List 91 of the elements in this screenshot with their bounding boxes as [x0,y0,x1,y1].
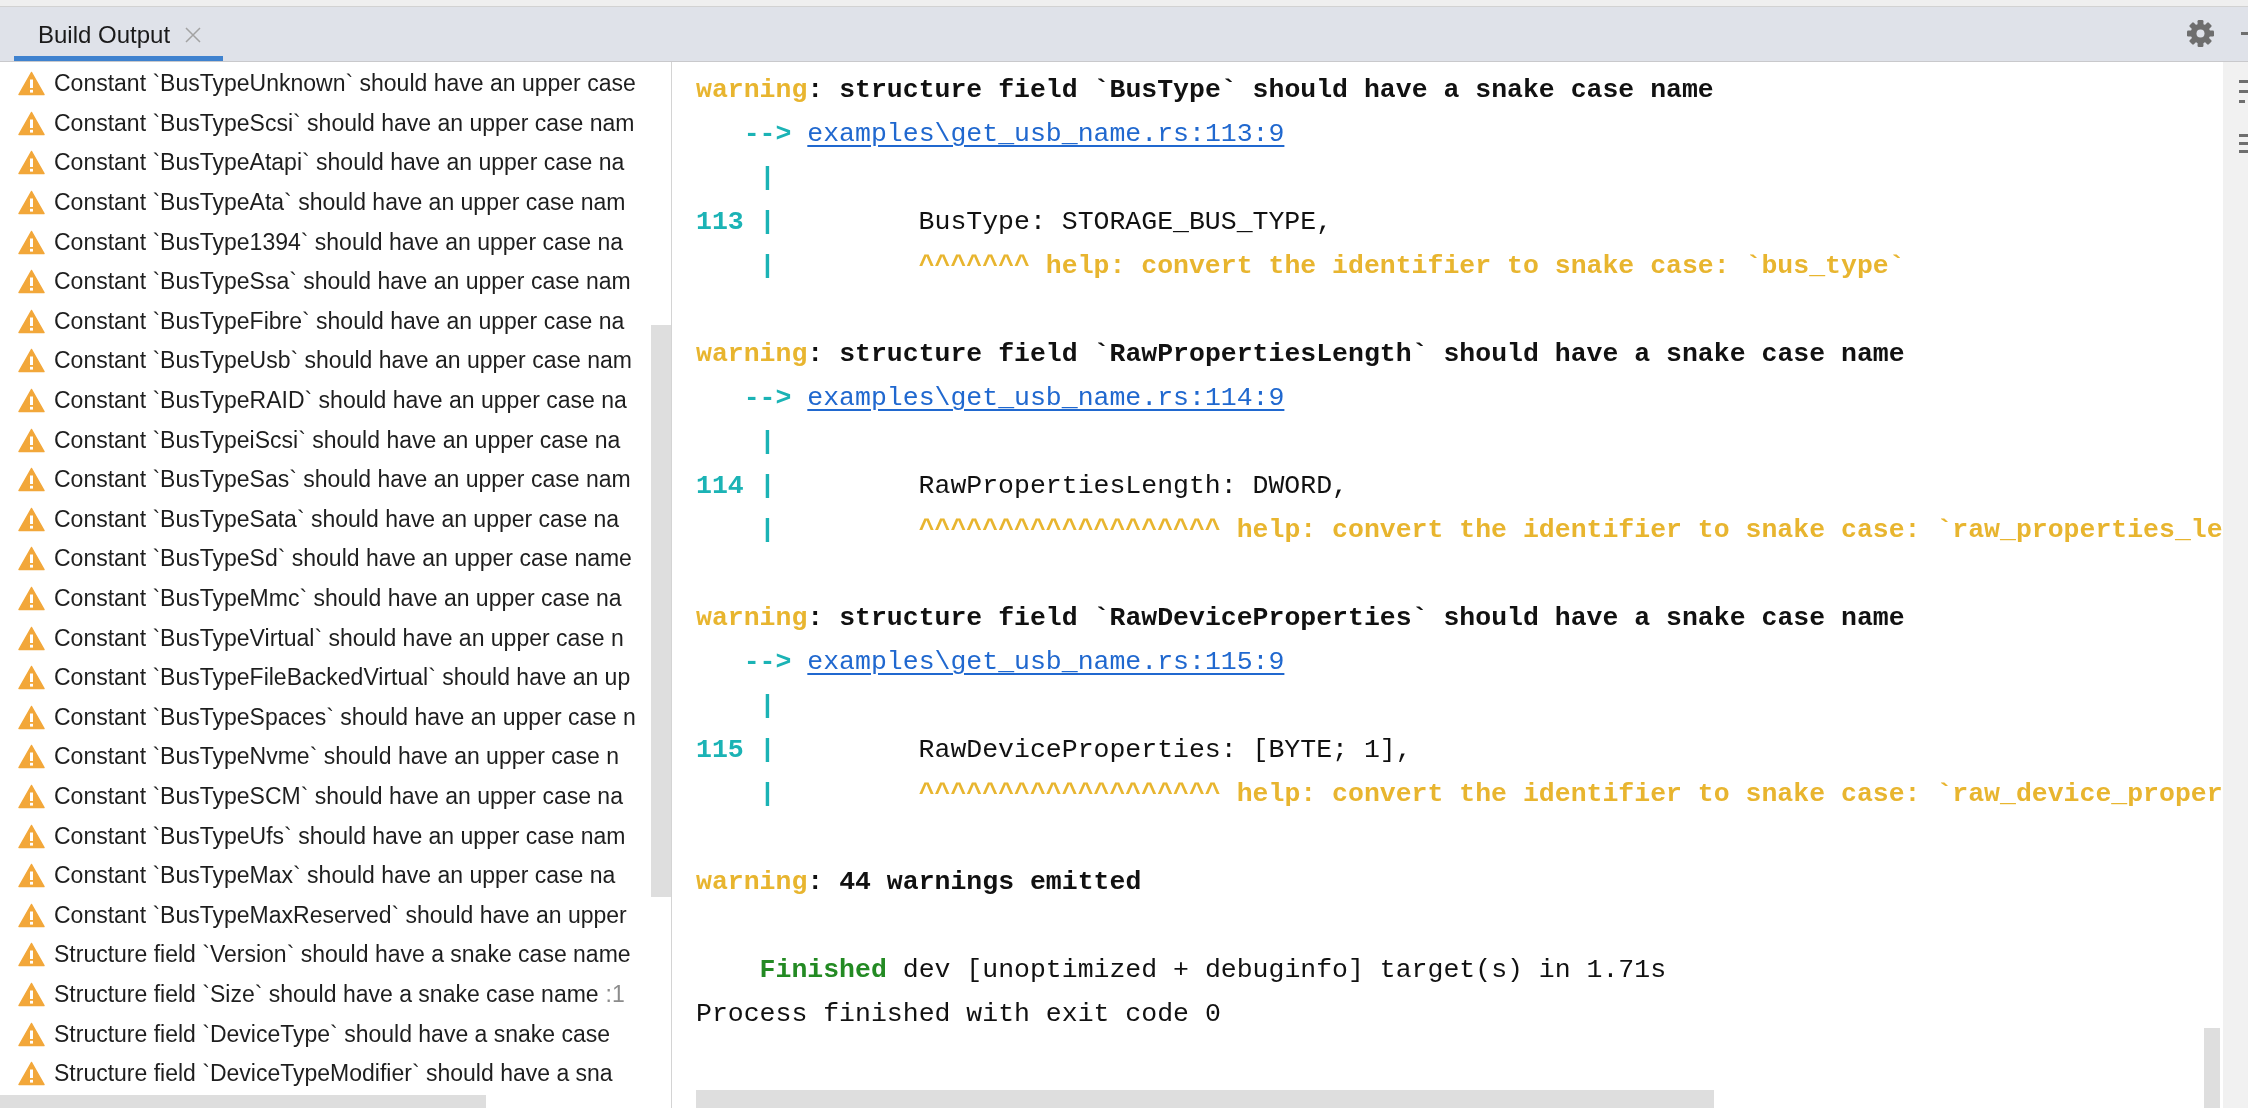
help-text: ^^^^^^^ help: convert the identifier to snake case: `bus_type` [918,250,1905,284]
gutter-text: | [759,426,776,460]
warning-message: warning: structure field `BusType` should have a snake case name [696,74,1714,108]
warning-icon [18,784,45,809]
file-link[interactable]: examples\get_usb_name.rs:114:9 [807,382,1285,416]
problem-item[interactable]: Constant `BusTypeFibre` should have an upper case na [0,301,651,342]
problem-item[interactable]: Structure field `DeviceType` should have a snake case [0,1014,651,1054]
problem-item[interactable]: Constant `BusTypeUnknown` should have an upper case [0,64,651,104]
problem-item[interactable]: Constant `BusTypeUfs` should have an upper case nam [0,816,651,856]
problem-item[interactable]: Constant `BusTypeSd` should have an upper case name [0,539,651,579]
problem-item[interactable]: Constant `BusTypeSas` should have an upper case nam [0,459,651,500]
warning-icon [18,981,45,1007]
close-icon[interactable] [185,27,202,43]
help-text: ^^^^^^^^^^^^^^^^^^^ help: convert the identifier to snake case: `raw_device_proper [918,778,2223,812]
location-arrow: --> [743,646,792,680]
problem-item[interactable]: Constant `BusTypeUsb` should have an upper case nam [0,341,651,381]
problem-item[interactable]: Constant `BusTypeSpaces` should have an upper case n [0,697,651,738]
problem-item[interactable]: Constant `BusTypeAtapi` should have an upper case na [0,143,651,183]
scrollbar-thumb[interactable] [0,1095,486,1108]
problem-item[interactable]: Constant `BusTypeRAID` should have an upper case na [0,380,651,421]
gutter-text: | [759,470,776,504]
warning-icon [18,625,45,651]
file-link[interactable]: examples\get_usb_name.rs:113:9 [807,118,1285,152]
lines-icon[interactable] [2239,134,2248,154]
problem-item[interactable]: Constant `BusTypeMax` should have an upper case na [0,855,651,896]
warning-icon [18,348,45,374]
warning-icon [18,744,45,770]
gutter-text: | [759,734,776,768]
problem-item[interactable]: Constant `BusTypeSata` should have an upper case na [0,499,651,540]
lines-icon[interactable] [2239,80,2248,103]
warning-icon [18,823,45,849]
minimize-icon[interactable] [2241,32,2248,35]
line-number: 115 [696,734,744,768]
gutter-text: | [759,690,776,724]
problem-item[interactable]: Constant `BusTypeNvme` should have an upper case n [0,737,651,777]
warning-icon [18,902,45,928]
warning-icon [18,942,45,968]
warning-icon [18,150,45,176]
warning-icon [18,71,45,97]
problem-item[interactable]: Constant `BusType1394` should have an upper case na [0,222,651,262]
location-arrow: --> [743,382,792,416]
problem-item[interactable]: Constant `BusTypeiScsi` should have an upper case na [0,420,651,460]
code-text: RawDeviceProperties: [BYTE; 1], [918,734,1412,768]
problem-item[interactable]: Structure field `DeviceTypeModifier` should have a sna [0,1053,651,1094]
warning-icon [18,704,45,730]
warning-icon [18,863,45,889]
code-text: RawPropertiesLength: DWORD, [918,470,1348,504]
warning-icon [18,229,45,255]
warning-icon [18,269,45,295]
help-text: ^^^^^^^^^^^^^^^^^^^ help: convert the identifier to snake case: `raw_properties_le [918,514,2223,548]
file-link[interactable]: examples\get_usb_name.rs:115:9 [807,646,1285,680]
gutter-text: | [759,162,776,196]
warning-message: warning: structure field `RawPropertiesLength` should have a snake case name [696,338,1905,372]
problem-item[interactable]: Constant `BusTypeSsa` should have an upper case nam [0,261,651,302]
warning-message: warning: structure field `RawDeviceProperties` should have a snake case name [696,602,1905,636]
warning-icon [18,506,45,532]
warning-icon [18,388,45,414]
problem-item[interactable]: Constant `BusTypeVirtual` should have an upper case n [0,618,651,658]
line-number: 113 [696,206,744,240]
scrollbar-thumb[interactable] [651,325,671,897]
problem-item[interactable]: Constant `BusTypeMaxReserved` should have an upper [0,895,651,936]
problem-item[interactable]: Constant `BusTypeMmc` should have an upper case na [0,578,651,619]
warning-icon [18,427,45,453]
build-status: Finished dev [unoptimized + debuginfo] target(s) in 1.71s [759,954,1667,988]
problem-item[interactable]: Constant `BusTypeScsi` should have an upper case nam [0,103,651,144]
code-text: BusType: STORAGE_BUS_TYPE, [918,206,1333,240]
location-arrow: --> [743,118,792,152]
gutter-text: | [759,514,776,548]
gutter-text: | [759,206,776,240]
warning-icon [18,546,45,572]
problem-item[interactable]: Constant `BusTypeFileBackedVirtual` should have an up [0,657,651,698]
warning-icon [18,665,45,691]
problem-item[interactable]: Constant `BusTypeSCM` should have an upper case na [0,776,651,817]
warning-icon [18,1061,45,1087]
warning-icon [18,1021,45,1047]
settings-icon[interactable] [2187,20,2214,47]
problem-item[interactable]: Structure field `Version` should have a snake case name [0,935,651,975]
gutter-text: | [759,250,776,284]
warning-icon [18,190,45,216]
warning-icon [18,308,45,334]
warning-icon [18,467,45,493]
line-number: 114 [696,470,744,504]
exit-message: Process finished with exit code 0 [696,998,1221,1032]
scrollbar-thumb[interactable] [696,1090,1714,1108]
warning-icon [18,110,45,136]
gutter-text: | [759,778,776,812]
warning-icon [18,586,45,611]
problem-item[interactable]: Structure field `Size` should have a snake case name :1 [0,974,651,1015]
scrollbar-thumb[interactable] [2204,1028,2220,1108]
problem-item[interactable]: Constant `BusTypeAta` should have an upper case nam [0,182,651,223]
warning-message: warning: 44 warnings emitted [696,866,1142,900]
